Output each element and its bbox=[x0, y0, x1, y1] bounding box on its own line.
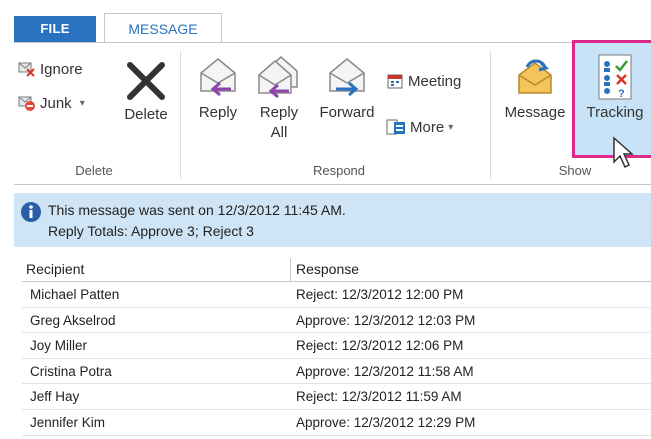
column-header-recipient[interactable]: Recipient bbox=[26, 261, 84, 277]
group-divider bbox=[180, 51, 181, 179]
tracking-table: Recipient Response Michael Patten Reject… bbox=[22, 258, 651, 436]
response-cell: Approve: 12/3/2012 11:58 AM bbox=[296, 363, 474, 379]
reply-totals-text: Reply Totals: Approve 3; Reject 3 bbox=[48, 223, 254, 239]
column-divider[interactable] bbox=[290, 258, 291, 282]
forward-button[interactable]: Forward bbox=[314, 53, 380, 123]
junk-label: Junk bbox=[40, 94, 72, 112]
table-row[interactable]: Jeff Hay Reject: 12/3/2012 11:59 AM bbox=[22, 384, 651, 410]
delete-label: Delete bbox=[124, 106, 168, 123]
recipient-cell: Jennifer Kim bbox=[30, 414, 106, 430]
table-row[interactable]: Cristina Potra Approve: 12/3/2012 11:58 … bbox=[22, 359, 651, 385]
recipient-cell: Jeff Hay bbox=[30, 389, 80, 405]
group-divider bbox=[490, 51, 491, 179]
reply-button[interactable]: Reply bbox=[192, 53, 244, 123]
recipient-cell: Greg Akselrod bbox=[30, 312, 116, 328]
reply-label: Reply bbox=[198, 104, 238, 121]
table-row[interactable]: Michael Patten Reject: 12/3/2012 12:00 P… bbox=[22, 282, 651, 308]
message-button[interactable]: Message bbox=[500, 53, 570, 123]
forward-label: Forward bbox=[319, 104, 375, 121]
forward-icon bbox=[329, 58, 365, 97]
response-cell: Approve: 12/3/2012 12:03 PM bbox=[296, 312, 476, 328]
recipient-cell: Cristina Potra bbox=[30, 363, 112, 379]
junk-button[interactable]: Junk ▾ bbox=[18, 91, 85, 115]
ignore-button[interactable]: Ignore bbox=[18, 57, 83, 81]
table-header: Recipient Response bbox=[22, 258, 651, 282]
junk-icon bbox=[18, 96, 35, 111]
sent-time-text: This message was sent on 12/3/2012 11:45… bbox=[48, 202, 346, 218]
tab-message[interactable]: MESSAGE bbox=[104, 13, 222, 43]
group-label-show: Show bbox=[558, 163, 592, 178]
recipient-cell: Michael Patten bbox=[30, 287, 120, 302]
ribbon-tab-bar: FILE MESSAGE bbox=[0, 0, 651, 43]
delete-button[interactable]: Delete bbox=[118, 59, 174, 125]
tab-file[interactable]: FILE bbox=[14, 16, 96, 42]
table-row[interactable]: Greg Akselrod Approve: 12/3/2012 12:03 P… bbox=[22, 308, 651, 334]
chevron-down-icon: ▾ bbox=[79, 97, 85, 109]
ignore-icon bbox=[18, 62, 35, 77]
svg-text:?: ? bbox=[618, 88, 625, 100]
ignore-label: Ignore bbox=[40, 60, 83, 78]
meeting-button[interactable]: Meeting bbox=[386, 69, 461, 93]
table-row[interactable]: Joy Miller Reject: 12/3/2012 12:06 PM bbox=[22, 333, 651, 359]
response-cell: Reject: 12/3/2012 11:59 AM bbox=[296, 389, 462, 405]
reply-all-label-line2: All bbox=[270, 124, 288, 141]
delete-x-icon bbox=[127, 62, 165, 100]
message-label: Message bbox=[504, 104, 566, 121]
more-icon bbox=[386, 119, 405, 135]
column-header-response[interactable]: Response bbox=[296, 261, 359, 277]
more-label: More bbox=[410, 118, 445, 136]
chevron-down-icon: ▾ bbox=[448, 121, 454, 133]
recipient-cell: Joy Miller bbox=[30, 338, 88, 354]
mouse-cursor-icon bbox=[613, 136, 634, 169]
reply-all-label-line1: Reply bbox=[259, 104, 299, 121]
reply-icon bbox=[200, 58, 236, 97]
meeting-icon bbox=[387, 74, 403, 89]
response-cell: Approve: 12/3/2012 12:29 PM bbox=[296, 414, 476, 430]
group-label-respond: Respond bbox=[312, 163, 366, 178]
more-button[interactable]: More ▾ bbox=[386, 115, 453, 139]
tracking-button[interactable]: ? Tracking bbox=[576, 53, 651, 123]
info-bar: This message was sent on 12/3/2012 11:45… bbox=[14, 193, 651, 247]
response-cell: Reject: 12/3/2012 12:00 PM bbox=[296, 287, 464, 302]
response-cell: Reject: 12/3/2012 12:06 PM bbox=[296, 338, 464, 354]
info-icon bbox=[21, 202, 41, 222]
group-label-delete: Delete bbox=[75, 163, 113, 178]
tracking-icon: ? bbox=[598, 54, 632, 100]
meeting-label: Meeting bbox=[408, 72, 462, 90]
reply-all-icon bbox=[258, 56, 298, 99]
table-row[interactable]: Jennifer Kim Approve: 12/3/2012 12:29 PM bbox=[22, 410, 651, 436]
message-envelope-icon bbox=[518, 59, 552, 94]
ribbon: Ignore Junk ▾ Delete Delete Reply Reply … bbox=[14, 40, 651, 185]
tracking-label: Tracking bbox=[586, 104, 644, 121]
reply-all-button[interactable]: Reply All bbox=[252, 53, 306, 143]
